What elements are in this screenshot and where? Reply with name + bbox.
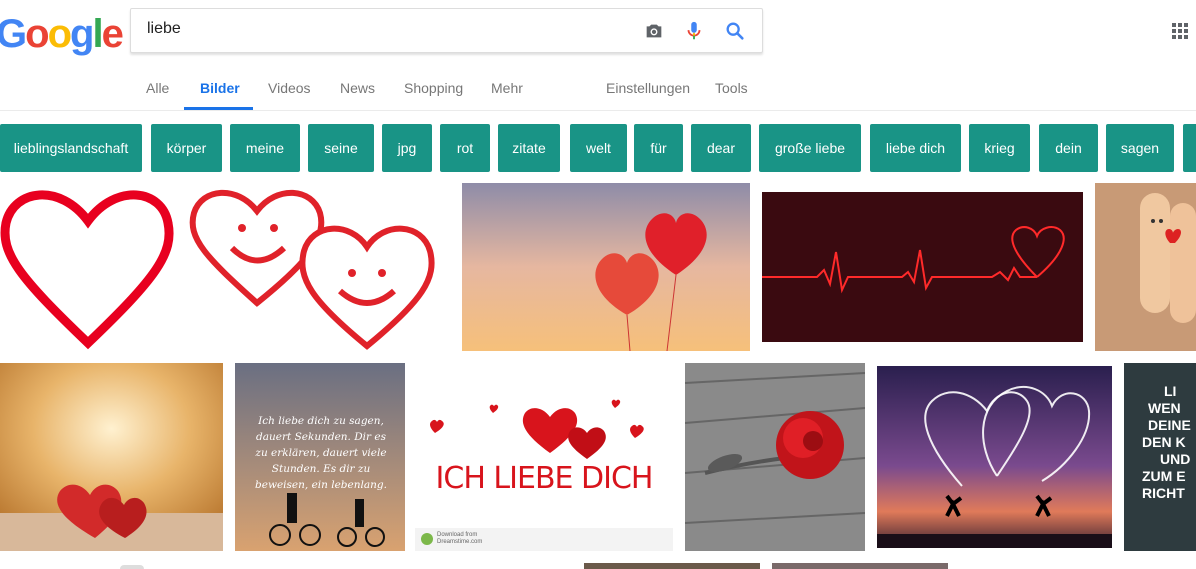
watermark-line: Dreamstime.com bbox=[437, 539, 483, 545]
active-tab-indicator bbox=[184, 107, 253, 110]
chip[interactable]: jpg bbox=[382, 124, 432, 172]
search-input[interactable] bbox=[145, 19, 629, 39]
search-box bbox=[130, 8, 763, 53]
chip[interactable]: dear bbox=[691, 124, 751, 172]
ich-liebe-dich-text: ICH LIEBE DICH bbox=[435, 461, 654, 496]
microphone-icon[interactable] bbox=[683, 20, 705, 42]
chip[interactable]: lieblingslandschaft bbox=[0, 124, 142, 172]
result-image-ich-liebe-dich[interactable]: ICH LIEBE DICH Download from Dreamstime.… bbox=[415, 363, 673, 551]
chip[interactable]: welt bbox=[570, 124, 627, 172]
logo-letter: e bbox=[101, 12, 124, 56]
tab-alle[interactable]: Alle bbox=[146, 80, 169, 96]
chip[interactable]: meine bbox=[230, 124, 300, 172]
logo-letter: l bbox=[92, 12, 103, 56]
chip[interactable]: dein bbox=[1039, 124, 1098, 172]
logo-letter: o bbox=[47, 12, 72, 56]
chip[interactable]: krieg bbox=[969, 124, 1030, 172]
partial-text: LI WEN DEINE DEN K UND ZUM E RICHT bbox=[1136, 383, 1191, 502]
result-image-heartbeat[interactable] bbox=[762, 192, 1083, 342]
tab-bilder[interactable]: Bilder bbox=[200, 80, 240, 96]
partial-text-line: ZUM E bbox=[1142, 468, 1186, 484]
chip[interactable]: große liebe bbox=[759, 124, 861, 172]
tab-shopping[interactable]: Shopping bbox=[404, 80, 463, 96]
partial-text-line: DEINE bbox=[1148, 417, 1191, 433]
partial-text-line: DEN K bbox=[1142, 434, 1186, 450]
chip[interactable]: liebe dich bbox=[870, 124, 961, 172]
watermark-line: Download from bbox=[437, 532, 478, 538]
result-image-balloons[interactable] bbox=[462, 183, 750, 351]
result-image-partial-text[interactable]: LI WEN DEINE DEN K UND ZUM E RICHT bbox=[1124, 363, 1196, 551]
result-image-finger-hearts[interactable] bbox=[1095, 183, 1196, 351]
result-image-smiley-hearts[interactable] bbox=[182, 183, 452, 351]
quote-line: Stunden. Es dir zu bbox=[271, 463, 371, 475]
tab-mehr[interactable]: Mehr bbox=[491, 80, 523, 96]
quote-line: zu erklären, dauert viele bbox=[255, 447, 387, 459]
tab-videos[interactable]: Videos bbox=[268, 80, 311, 96]
result-image-row3-a[interactable] bbox=[584, 563, 760, 569]
chip[interactable]: sagen bbox=[1106, 124, 1174, 172]
quote-line: dauert Sekunden. Dir es bbox=[256, 431, 386, 443]
partial-text-line: WEN bbox=[1148, 400, 1181, 416]
chip[interactable]: zitate bbox=[498, 124, 560, 172]
result-image-quote-cyclists[interactable]: Ich liebe dich zu sagen, dauert Sekunden… bbox=[235, 363, 405, 551]
result-image-heart-outline[interactable] bbox=[0, 183, 175, 351]
quote-line: Ich liebe dich zu sagen, bbox=[258, 415, 384, 427]
partial-text-line: LI bbox=[1164, 383, 1177, 399]
stock-watermark: Download from Dreamstime.com bbox=[437, 532, 482, 546]
partial-text-line: RICHT bbox=[1142, 485, 1185, 501]
chip[interactable]: seine bbox=[308, 124, 374, 172]
quote-line: beweisen, ein lebenlang. bbox=[255, 479, 387, 491]
search-tabs: Alle Bilder Videos News Shopping Mehr Ei… bbox=[0, 70, 1196, 111]
chip[interactable]: für bbox=[634, 124, 683, 172]
chip-partial[interactable] bbox=[1183, 124, 1196, 172]
google-logo[interactable]: Google bbox=[0, 12, 124, 57]
apps-grid-icon[interactable] bbox=[1170, 21, 1190, 41]
tab-einstellungen[interactable]: Einstellungen bbox=[606, 80, 690, 96]
result-image-row3-c[interactable] bbox=[120, 565, 144, 569]
logo-letter: g bbox=[70, 12, 94, 56]
logo-letter: G bbox=[0, 12, 27, 56]
result-image-row3-b[interactable] bbox=[772, 563, 948, 569]
result-image-rose-wood[interactable] bbox=[685, 363, 865, 551]
quote-text: Ich liebe dich zu sagen, dauert Sekunden… bbox=[243, 413, 399, 493]
tab-tools[interactable]: Tools bbox=[715, 80, 748, 96]
result-image-red-hearts-bokeh[interactable] bbox=[0, 363, 223, 551]
search-icon[interactable] bbox=[724, 20, 746, 42]
tab-news[interactable]: News bbox=[340, 80, 375, 96]
heart-shape bbox=[0, 190, 174, 350]
partial-text-line: UND bbox=[1160, 451, 1191, 467]
chip[interactable]: körper bbox=[151, 124, 222, 172]
related-chips: lieblingslandschaft körper meine seine j… bbox=[0, 124, 1196, 173]
result-image-light-hearts-jump[interactable] bbox=[877, 366, 1112, 548]
logo-letter: o bbox=[25, 12, 49, 56]
chip[interactable]: rot bbox=[440, 124, 490, 172]
camera-icon[interactable] bbox=[643, 20, 665, 42]
